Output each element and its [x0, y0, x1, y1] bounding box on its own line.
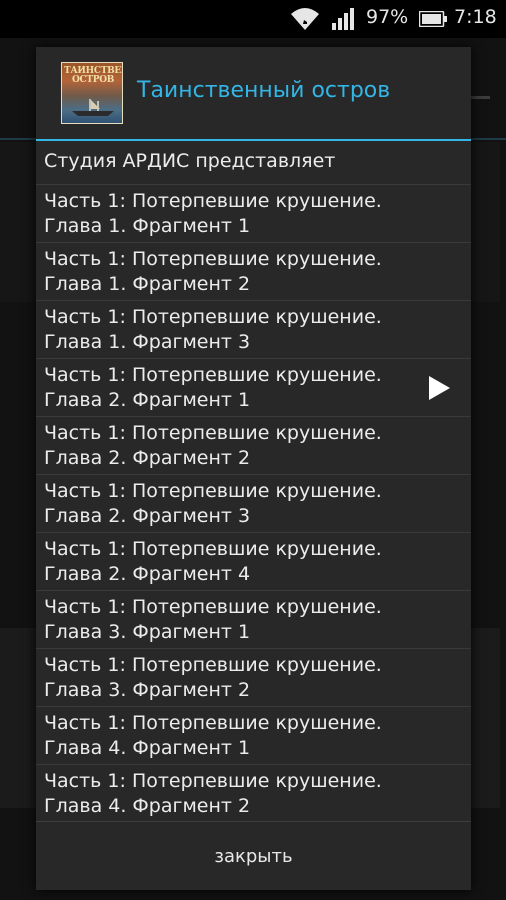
- list-item-line: Глава 1. Фрагмент 2: [44, 273, 251, 295]
- list-item-line: Часть 1: Потерпевшие крушение.: [44, 712, 382, 734]
- chapter-dialog: ТАИНСТВЕННЫЙ ОСТРОВ Таинственный остров …: [36, 47, 471, 890]
- cover-title: ТАИНСТВЕННЫЙ ОСТРОВ: [64, 66, 122, 85]
- list-item-line: Глава 3. Фрагмент 1: [44, 621, 251, 643]
- list-item-line: Часть 1: Потерпевшие крушение.: [44, 596, 382, 618]
- battery-icon: [419, 11, 447, 27]
- list-item-label: Студия АРДИС представляет: [44, 149, 424, 174]
- list-item-label: Часть 1: Потерпевшие крушение. Глава 2. Ф…: [44, 421, 424, 471]
- list-item-line: Глава 2. Фрагмент 3: [44, 505, 251, 527]
- list-item[interactable]: Студия АРДИС представляет: [36, 141, 471, 185]
- list-item-label: Часть 1: Потерпевшие крушение. Глава 4. Ф…: [44, 711, 424, 761]
- list-item-line: Глава 2. Фрагмент 1: [44, 389, 251, 411]
- list-item[interactable]: Часть 1: Потерпевшие крушение. Глава 3. Ф…: [36, 649, 471, 707]
- dialog-header: ТАИНСТВЕННЫЙ ОСТРОВ Таинственный остров: [36, 47, 471, 139]
- list-item-line: Часть 1: Потерпевшие крушение.: [44, 654, 382, 676]
- list-item[interactable]: Часть 1: Потерпевшие крушение. Глава 1. Ф…: [36, 243, 471, 301]
- list-item-label: Часть 1: Потерпевшие крушение. Глава 2. Ф…: [44, 363, 424, 413]
- list-item-label: Часть 1: Потерпевшие крушение. Глава 2. Ф…: [44, 537, 424, 587]
- list-item-line: Часть 1: Потерпевшие крушение.: [44, 538, 382, 560]
- book-cover-icon: ТАИНСТВЕННЫЙ ОСТРОВ: [61, 62, 123, 124]
- list-item-label: Часть 1: Потерпевшие крушение. Глава 3. Ф…: [44, 595, 424, 645]
- list-item-line: Часть 1: Потерпевшие крушение.: [44, 480, 382, 502]
- status-bar: 97% 7:18: [0, 0, 506, 38]
- signal-icon: [332, 8, 354, 30]
- list-item-line: Часть 1: Потерпевшие крушение.: [44, 248, 382, 270]
- list-item-line: Глава 2. Фрагмент 2: [44, 447, 251, 469]
- list-item-line: Глава 1. Фрагмент 1: [44, 215, 251, 237]
- list-item-label: Часть 1: Потерпевшие крушение. Глава 1. Ф…: [44, 189, 424, 239]
- battery-percent: 97%: [366, 6, 409, 28]
- ship-icon: [72, 99, 114, 116]
- close-button[interactable]: закрыть: [36, 822, 471, 890]
- list-item-line: Часть 1: Потерпевшие крушение.: [44, 422, 382, 444]
- list-item-label: Часть 1: Потерпевшие крушение. Глава 3. Ф…: [44, 653, 424, 703]
- list-item-line: Глава 4. Фрагмент 1: [44, 737, 251, 759]
- wifi-icon: [291, 8, 319, 30]
- list-item[interactable]: Часть 1: Потерпевшие крушение. Глава 2. Ф…: [36, 475, 471, 533]
- list-item-line: Студия АРДИС представляет: [44, 150, 336, 172]
- list-item[interactable]: Часть 1: Потерпевшие крушение. Глава 1. Ф…: [36, 301, 471, 359]
- list-item-line: Часть 1: Потерпевшие крушение.: [44, 770, 382, 792]
- list-item-line: Глава 2. Фрагмент 4: [44, 563, 251, 585]
- list-item-label: Часть 1: Потерпевшие крушение. Глава 4. Ф…: [44, 769, 424, 819]
- list-item-line: Часть 1: Потерпевшие крушение.: [44, 364, 382, 386]
- list-item[interactable]: Часть 1: Потерпевшие крушение. Глава 4. Ф…: [36, 765, 471, 821]
- list-item-label: Часть 1: Потерпевшие крушение. Глава 2. Ф…: [44, 479, 424, 529]
- background-menu-icon: [470, 96, 490, 99]
- list-item[interactable]: Часть 1: Потерпевшие крушение. Глава 1. Ф…: [36, 185, 471, 243]
- list-item-label: Часть 1: Потерпевшие крушение. Глава 1. Ф…: [44, 247, 424, 297]
- list-item[interactable]: Часть 1: Потерпевшие крушение. Глава 2. Ф…: [36, 533, 471, 591]
- play-icon: [429, 376, 450, 400]
- list-item[interactable]: Часть 1: Потерпевшие крушение. Глава 3. Ф…: [36, 591, 471, 649]
- list-item-line: Часть 1: Потерпевшие крушение.: [44, 306, 382, 328]
- list-item[interactable]: Часть 1: Потерпевшие крушение. Глава 4. Ф…: [36, 707, 471, 765]
- list-item[interactable]: Часть 1: Потерпевшие крушение. Глава 2. Ф…: [36, 417, 471, 475]
- list-item-line: Часть 1: Потерпевшие крушение.: [44, 190, 382, 212]
- clock: 7:18: [454, 6, 497, 28]
- list-item-line: Глава 1. Фрагмент 3: [44, 331, 251, 353]
- list-item-line: Глава 3. Фрагмент 2: [44, 679, 251, 701]
- list-item-line: Глава 4. Фрагмент 2: [44, 795, 251, 817]
- chapter-list: Студия АРДИС представляет Часть 1: Потерп…: [36, 141, 471, 821]
- list-item-label: Часть 1: Потерпевшие крушение. Глава 1. Ф…: [44, 305, 424, 355]
- dialog-title: Таинственный остров: [137, 78, 391, 103]
- list-item[interactable]: Часть 1: Потерпевшие крушение. Глава 2. Ф…: [36, 359, 471, 417]
